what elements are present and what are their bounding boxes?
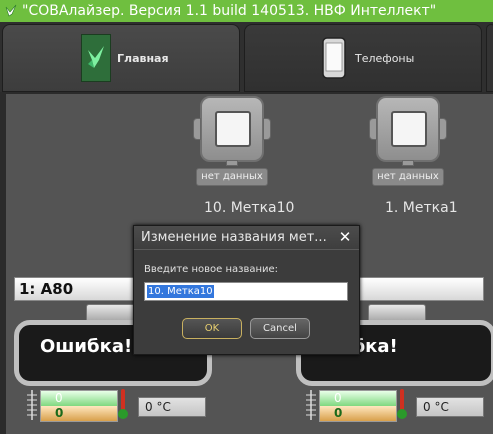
tab-phones[interactable]: Телефоны [244, 24, 482, 92]
tab-overflow[interactable] [486, 24, 493, 92]
new-name-input[interactable] [144, 282, 348, 301]
tab-strip: Главная Телефоны [0, 22, 493, 92]
window-titlebar: "СОВАлайзер. Версия 1.1 build 140513. НВ… [0, 0, 493, 22]
sensor-2[interactable]: нет данных [369, 96, 447, 188]
level-indicator: 0 0 [319, 390, 397, 422]
cancel-button[interactable]: Cancel [250, 318, 310, 339]
sensor-device-icon [193, 96, 271, 166]
ok-button[interactable]: OK [182, 318, 242, 339]
level-bottom-value: 0 [320, 406, 396, 421]
tab-main[interactable]: Главная [2, 24, 240, 92]
temperature-value: 0 °C [416, 397, 484, 417]
sensor-device-icon [369, 96, 447, 166]
thermometer-icon [397, 389, 407, 419]
level-bottom-value: 0 [41, 406, 117, 421]
sensor-name: 10. Метка10 [204, 200, 295, 216]
level-top-value: 0 [320, 391, 396, 406]
thermometer-icon [118, 389, 128, 419]
sensor-1[interactable]: нет данных [193, 96, 271, 188]
close-icon[interactable]: ✕ [337, 228, 353, 246]
bird-icon [81, 34, 111, 82]
level-gauge-icon [27, 390, 37, 420]
tab-phones-label: Телефоны [355, 51, 415, 65]
temperature-value: 0 °C [138, 397, 206, 417]
sensor-status: нет данных [372, 168, 444, 186]
level-top-value: 0 [41, 391, 117, 406]
dialog-prompt: Введите новое название: [144, 264, 279, 275]
sensor-status: нет данных [196, 168, 268, 186]
app-icon [5, 4, 17, 17]
sensor-name: 1. Метка1 [385, 200, 458, 216]
level-gauge-icon [306, 390, 316, 420]
window-title: "СОВАлайзер. Версия 1.1 build 140513. НВ… [22, 3, 437, 19]
tab-main-label: Главная [117, 51, 169, 65]
rename-dialog: Изменение названия мет... ✕ Введите ново… [133, 225, 360, 355]
dialog-title: Изменение названия мет... [134, 226, 359, 250]
tank-error: Ошибка! [40, 336, 133, 357]
phone-icon [319, 34, 349, 82]
level-indicator: 0 0 [40, 390, 118, 422]
